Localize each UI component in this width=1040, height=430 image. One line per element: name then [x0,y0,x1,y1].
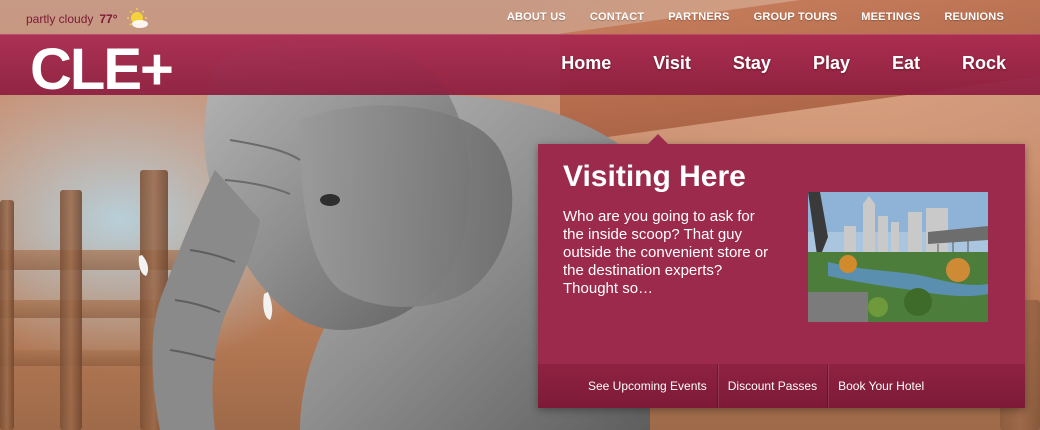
panel-caret [648,134,668,144]
utility-nav: ABOUT US CONTACT PARTNERS GROUP TOURS ME… [507,11,1004,23]
cleveland-skyline-photo[interactable] [808,192,988,322]
nav-reunions[interactable]: REUNIONS [944,11,1004,23]
site-logo[interactable]: CLE+ [30,37,200,95]
nav-eat[interactable]: Eat [892,53,920,74]
nav-visit[interactable]: Visit [653,53,691,74]
nav-about-us[interactable]: ABOUT US [507,11,566,23]
see-upcoming-events-link[interactable]: See Upcoming Events [578,364,717,408]
main-nav: Home Visit Stay Play Eat Rock [561,53,1006,74]
utility-bar: partly cloudy 77° ABOUT US CONTACT PARTN… [0,0,1040,34]
partly-cloudy-icon [126,8,148,28]
visit-dropdown-panel: Visiting Here Who are you going to ask f… [538,134,1025,408]
logo-text: CLE+ [30,37,172,95]
nav-rock[interactable]: Rock [962,53,1006,74]
nav-stay[interactable]: Stay [733,53,771,74]
book-your-hotel-link[interactable]: Book Your Hotel [828,364,934,408]
panel-title: Visiting Here [563,160,746,193]
nav-group-tours[interactable]: GROUP TOURS [754,11,838,23]
nav-partners[interactable]: PARTNERS [668,11,729,23]
panel-links: See Upcoming Events Discount Passes Book… [538,364,1025,408]
weather-condition: partly cloudy [26,12,94,26]
nav-meetings[interactable]: MEETINGS [861,11,920,23]
weather-temperature: 77° [99,12,118,26]
nav-play[interactable]: Play [813,53,850,74]
weather-widget: partly cloudy 77° [26,8,150,30]
panel-blurb: Who are you going to ask for the inside … [563,208,769,297]
nav-contact[interactable]: CONTACT [590,11,644,23]
nav-home[interactable]: Home [561,53,611,74]
discount-passes-link[interactable]: Discount Passes [718,364,827,408]
